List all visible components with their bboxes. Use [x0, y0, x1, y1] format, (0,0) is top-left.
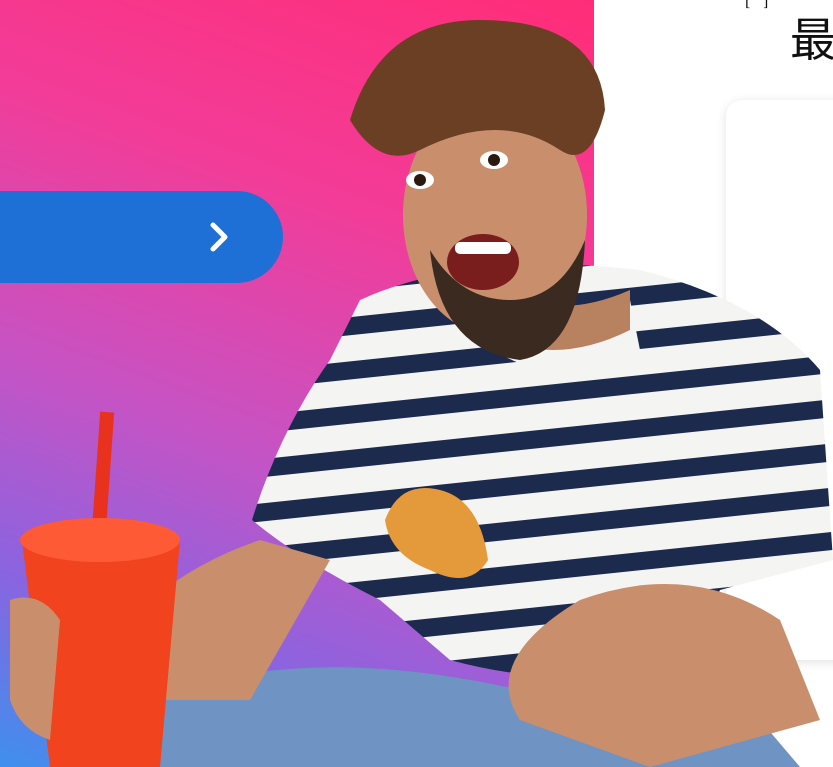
- drink-straw: [91, 411, 115, 533]
- hero-photo: [10, 20, 833, 767]
